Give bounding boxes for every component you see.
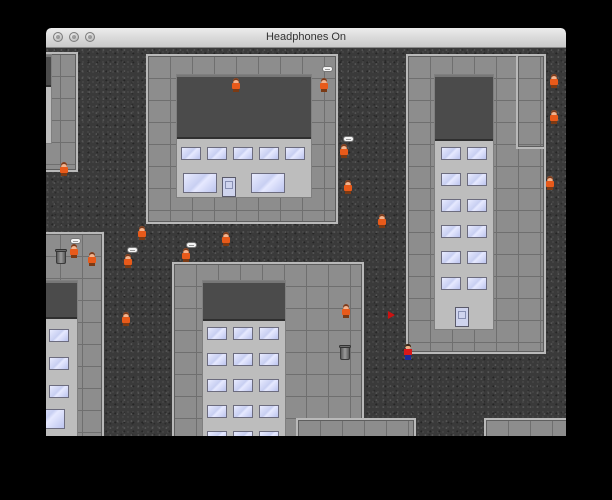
building-door <box>455 307 469 327</box>
trash-can[interactable] <box>339 345 351 360</box>
building-window <box>467 251 487 264</box>
building-window <box>233 379 253 392</box>
player-character[interactable] <box>404 344 412 360</box>
building-door <box>222 177 236 197</box>
building-window <box>285 147 305 160</box>
plaza-bottom-right <box>484 418 566 436</box>
speech-bubble-icon <box>127 247 138 253</box>
building-window <box>259 327 279 340</box>
speech-bubble-icon <box>70 238 81 244</box>
npc-person[interactable] <box>342 304 350 318</box>
npc-person[interactable] <box>138 226 146 240</box>
building-window <box>441 251 461 264</box>
npc-person[interactable] <box>60 162 68 176</box>
npc-person[interactable] <box>88 252 96 266</box>
building-window <box>49 329 69 342</box>
building-window <box>441 173 461 186</box>
npc-person[interactable] <box>550 110 558 124</box>
building-window <box>207 353 227 366</box>
building-roof <box>177 75 311 139</box>
building-window <box>467 225 487 238</box>
npc-person[interactable] <box>122 312 130 326</box>
building-window <box>233 147 253 160</box>
building-window <box>441 277 461 290</box>
app-window: Headphones On <box>46 28 566 436</box>
building-window <box>467 173 487 186</box>
building-window <box>233 431 253 436</box>
npc-person[interactable] <box>124 254 132 268</box>
destination-flag-icon <box>388 311 395 319</box>
building-left-bottom <box>46 280 78 436</box>
building-window <box>207 379 227 392</box>
npc-person[interactable] <box>70 244 78 258</box>
building-window <box>441 225 461 238</box>
trash-can[interactable] <box>55 249 67 264</box>
building-left-top <box>46 54 52 144</box>
building-window <box>207 405 227 418</box>
npc-person[interactable] <box>378 214 386 228</box>
building-window <box>467 147 487 160</box>
building-window <box>259 147 279 160</box>
building-window <box>181 147 201 160</box>
game-viewport[interactable] <box>46 48 566 436</box>
speech-bubble-icon <box>343 136 354 142</box>
npc-person[interactable] <box>550 74 558 88</box>
building-window <box>233 405 253 418</box>
npc-person[interactable] <box>546 176 554 190</box>
building-window <box>49 357 69 370</box>
plaza-right-upper <box>516 54 546 149</box>
building-window <box>207 327 227 340</box>
building-window <box>259 405 279 418</box>
building-window <box>207 431 227 436</box>
building-roof <box>46 55 51 87</box>
npc-person[interactable] <box>344 180 352 194</box>
building-center-top <box>176 74 312 198</box>
building-center-bottom <box>202 280 286 436</box>
building-window <box>49 385 69 398</box>
title-bar[interactable]: Headphones On <box>46 28 566 48</box>
building-window <box>441 147 461 160</box>
building-window <box>233 327 253 340</box>
building-window <box>233 353 253 366</box>
building-window-large <box>183 173 217 193</box>
building-right <box>434 74 494 330</box>
building-window <box>259 353 279 366</box>
npc-person[interactable] <box>222 232 230 246</box>
speech-bubble-icon <box>186 242 197 248</box>
building-window <box>259 431 279 436</box>
building-roof <box>435 75 493 141</box>
building-window-large <box>46 409 65 429</box>
building-window <box>467 199 487 212</box>
building-roof <box>203 281 285 321</box>
building-window <box>441 199 461 212</box>
building-window <box>259 379 279 392</box>
building-window <box>467 277 487 290</box>
npc-person[interactable] <box>340 144 348 158</box>
plaza-bottom-strip <box>296 418 416 436</box>
speech-bubble-icon <box>322 66 333 72</box>
building-roof <box>46 281 77 319</box>
npc-person[interactable] <box>182 248 190 262</box>
npc-person[interactable] <box>320 78 328 92</box>
building-window <box>207 147 227 160</box>
window-title: Headphones On <box>265 31 347 43</box>
npc-person[interactable] <box>232 78 240 92</box>
building-window-large <box>251 173 285 193</box>
